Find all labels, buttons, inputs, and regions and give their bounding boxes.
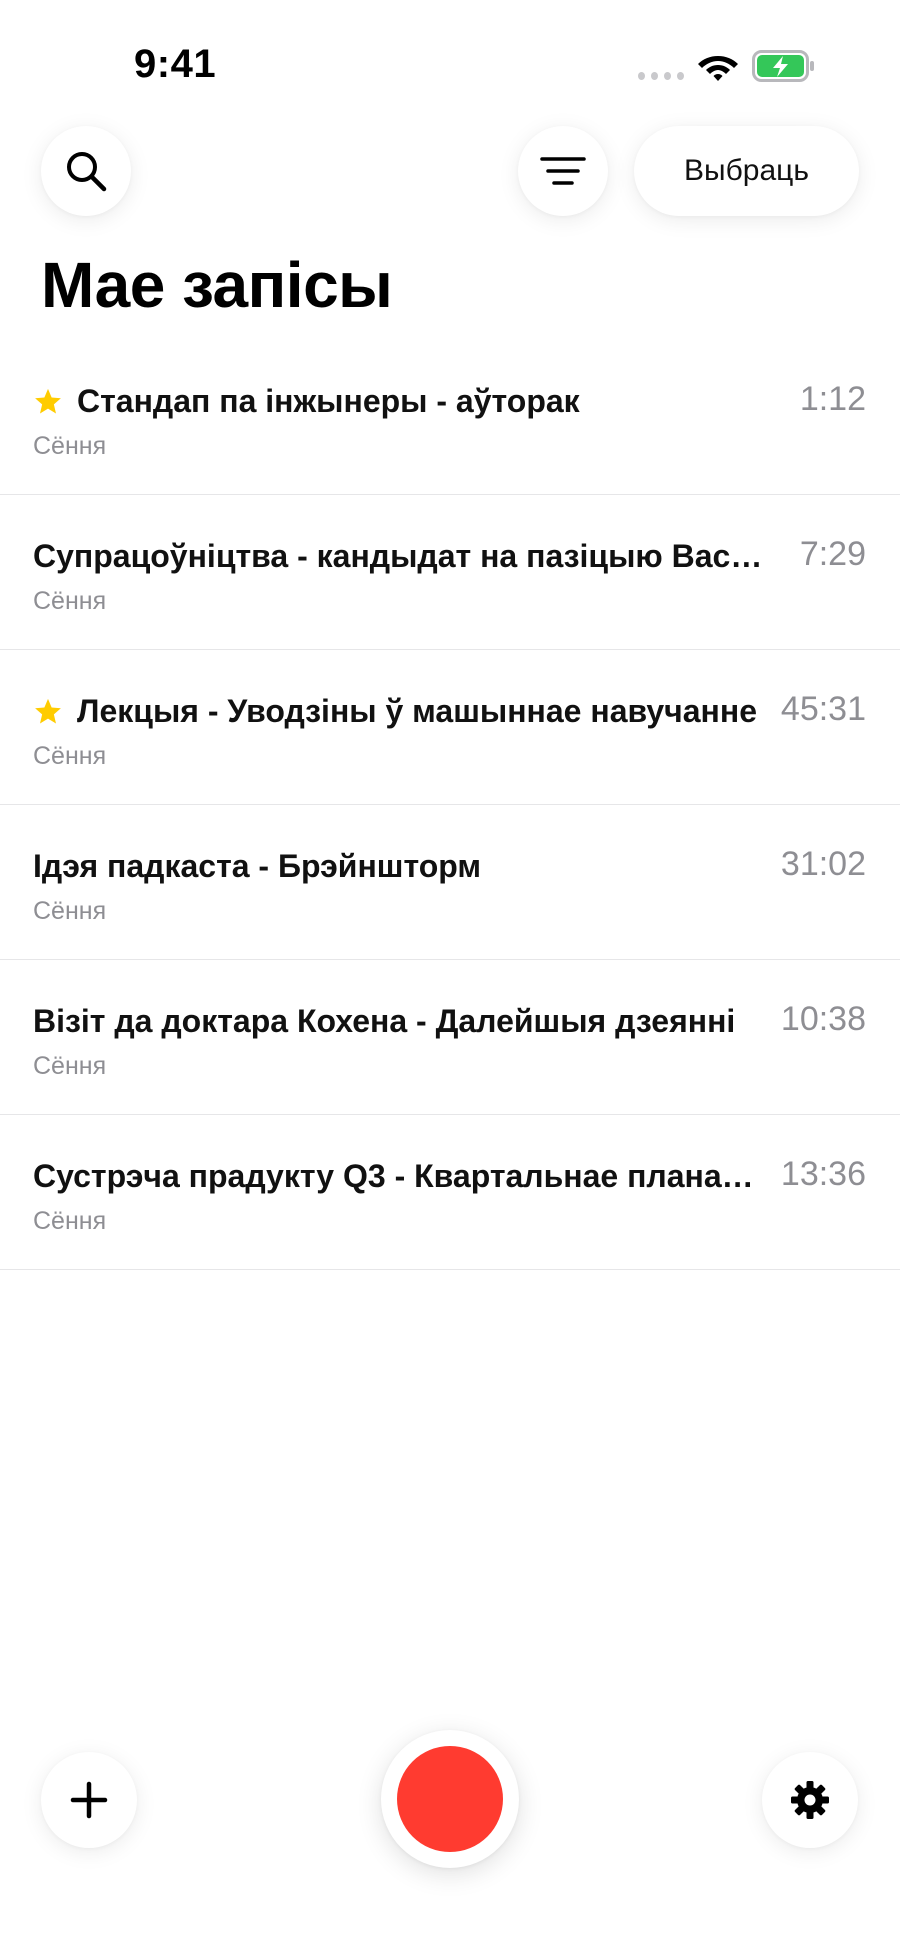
star-icon — [35, 388, 61, 413]
recording-duration: 7:29 — [799, 535, 866, 573]
record-icon — [397, 1746, 503, 1852]
recording-title: Візіт да доктара Кохена - Далейшыя дзеян… — [33, 1003, 736, 1039]
recordings-list: Стандап па інжынеры - аўторак Сёння 1:12… — [0, 340, 900, 1270]
star-icon — [35, 698, 61, 723]
recording-date: Сёння — [33, 742, 107, 770]
search-icon — [67, 152, 107, 192]
recording-date: Сёння — [33, 1052, 107, 1080]
wifi-icon — [698, 56, 738, 81]
search-button[interactable] — [41, 126, 131, 216]
settings-button[interactable] — [762, 1752, 858, 1848]
select-button[interactable]: Выбраць — [634, 126, 859, 216]
recording-title: Стандап па інжынеры - аўторак — [77, 383, 580, 419]
add-button[interactable] — [41, 1752, 137, 1848]
recording-duration: 13:36 — [780, 1155, 866, 1193]
record-button[interactable] — [381, 1730, 519, 1868]
cellular-signal-icon — [638, 71, 684, 81]
gear-icon — [791, 1781, 829, 1819]
recording-duration: 45:31 — [780, 690, 866, 728]
recording-date: Сёння — [33, 587, 107, 615]
recording-duration: 1:12 — [799, 380, 866, 418]
recording-item[interactable]: Сустрэча прадукту Q3 - Квартальнае плана… — [0, 1115, 900, 1270]
page-title: Мае запісы — [41, 249, 393, 321]
plus-icon — [70, 1781, 108, 1819]
recording-item[interactable]: Стандап па інжынеры - аўторак Сёння 1:12 — [0, 340, 900, 495]
recording-title: Ідэя падкаста - Брэйншторм — [33, 848, 482, 884]
recording-date: Сёння — [33, 897, 107, 925]
recording-title: Сустрэча прадукту Q3 - Квартальнае плана… — [33, 1158, 763, 1194]
status-time: 9:41 — [134, 42, 217, 86]
recording-title: Супрацоўніцтва - кандыдат на пазіцыю Вас… — [33, 538, 763, 574]
recording-item[interactable]: Візіт да доктара Кохена - Далейшыя дзеян… — [0, 960, 900, 1115]
recording-item[interactable]: Супрацоўніцтва - кандыдат на пазіцыю Вас… — [0, 495, 900, 650]
recording-date: Сёння — [33, 432, 107, 460]
recording-date: Сёння — [33, 1207, 107, 1235]
sort-button[interactable] — [518, 126, 608, 216]
recording-duration: 31:02 — [780, 845, 866, 883]
recording-title: Лекцыя - Уводзіны ў машыннае навучанне — [77, 693, 757, 729]
recording-duration: 10:38 — [780, 1000, 866, 1038]
sort-lines-icon — [540, 157, 586, 185]
recording-item[interactable]: Ідэя падкаста - Брэйншторм Сёння 31:02 — [0, 805, 900, 960]
battery-charging-icon — [752, 50, 814, 82]
recording-item[interactable]: Лекцыя - Уводзіны ў машыннае навучанне С… — [0, 650, 900, 805]
recordings-screen: 9:41 Выбраць Мае запісы Стандап па інжын… — [0, 0, 900, 1950]
status-bar: 9:41 — [0, 0, 900, 130]
